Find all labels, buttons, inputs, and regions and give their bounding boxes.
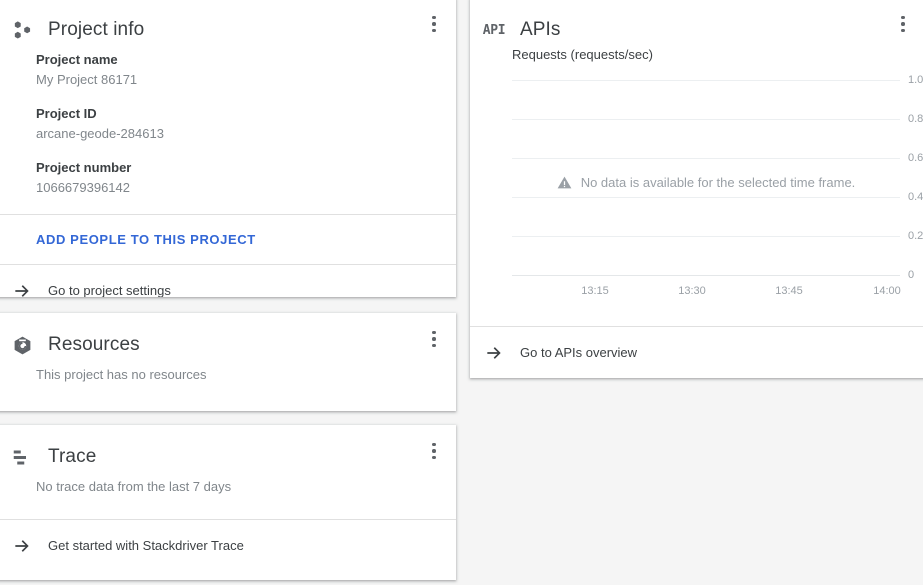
project-info-more-vert-icon[interactable] xyxy=(422,12,446,36)
field-project-id: Project ID arcane-geode-284613 xyxy=(36,104,440,144)
chart-no-data-text: No data is available for the selected ti… xyxy=(581,175,856,190)
go-to-apis-overview-row[interactable]: Go to APIs overview xyxy=(470,327,923,378)
chart-caption: Requests (requests/sec) xyxy=(512,46,909,64)
gridline-1.0 xyxy=(512,80,900,81)
y-axis-tick: 0.2 xyxy=(908,230,923,242)
action-label: Go to project settings xyxy=(48,283,171,297)
x-axis-tick: 13:15 xyxy=(581,285,609,297)
field-project-number: Project number 1066679396142 xyxy=(36,158,440,198)
y-axis-tick: 0.6 xyxy=(908,152,923,164)
gridline-0.4 xyxy=(512,197,900,198)
chart-no-data-message: No data is available for the selected ti… xyxy=(512,175,900,190)
api-glyph-label: API xyxy=(483,23,506,38)
y-axis-tick: 0.8 xyxy=(908,113,923,125)
apis-chart: Requests (requests/sec) 1.0 0.8 0.6 0.4 … xyxy=(470,46,923,275)
api-text-icon: API xyxy=(482,18,506,42)
card-trace: Trace No trace data from the last 7 days… xyxy=(0,425,456,580)
add-people-to-project-link[interactable]: ADD PEOPLE TO THIS PROJECT xyxy=(0,215,456,264)
warning-triangle-icon xyxy=(557,175,572,190)
resources-title: Resources xyxy=(48,333,140,357)
trace-header: Trace xyxy=(0,425,456,477)
chart-plot-area: 1.0 0.8 0.6 0.4 0.2 0 13:15 13:30 13:45 … xyxy=(512,80,909,275)
card-project-info: Project info Project name My Project 861… xyxy=(0,0,456,297)
action-label: Go to APIs overview xyxy=(520,345,637,360)
resources-empty-text: This project has no resources xyxy=(36,365,440,385)
field-label: Project ID xyxy=(36,104,440,124)
dashboard-page: Project info Project name My Project 861… xyxy=(0,0,923,585)
gridline-0 xyxy=(512,275,900,276)
arrow-right-icon xyxy=(482,341,506,365)
resources-body: This project has no resources xyxy=(0,365,456,401)
trace-title: Trace xyxy=(48,445,96,469)
go-to-project-settings-row[interactable]: Go to project settings xyxy=(0,265,456,297)
project-cloud-icon xyxy=(10,18,34,42)
project-info-header: Project info xyxy=(0,0,456,50)
trace-bars-icon xyxy=(10,445,34,469)
action-label: Get started with Stackdriver Trace xyxy=(48,538,244,553)
arrow-right-icon xyxy=(10,279,34,298)
field-label: Project number xyxy=(36,158,440,178)
card-apis: API APIs Requests (requests/sec) 1.0 0.8… xyxy=(470,0,923,378)
resources-hexagon-icon xyxy=(10,333,34,357)
y-axis-tick: 0 xyxy=(908,269,914,281)
x-axis-tick: 14:00 xyxy=(873,285,901,297)
trace-empty-text: No trace data from the last 7 days xyxy=(36,477,440,497)
apis-more-vert-icon[interactable] xyxy=(891,12,915,36)
y-axis-tick: 1.0 xyxy=(908,74,923,86)
apis-title: APIs xyxy=(520,18,561,42)
trace-more-vert-icon[interactable] xyxy=(422,439,446,463)
field-value: 1066679396142 xyxy=(36,178,440,198)
resources-header: Resources xyxy=(0,313,456,365)
project-info-fields: Project name My Project 86171 Project ID… xyxy=(0,50,456,214)
gridline-0.2 xyxy=(512,236,900,237)
gridline-0.8 xyxy=(512,119,900,120)
apis-header: API APIs xyxy=(470,0,923,50)
x-axis-tick: 13:45 xyxy=(775,285,803,297)
field-project-name: Project name My Project 86171 xyxy=(36,50,440,90)
project-info-title: Project info xyxy=(48,18,144,42)
gridline-0.6 xyxy=(512,158,900,159)
field-value: arcane-geode-284613 xyxy=(36,124,440,144)
get-started-with-trace-row[interactable]: Get started with Stackdriver Trace xyxy=(0,520,456,571)
field-value: My Project 86171 xyxy=(36,70,440,90)
trace-body: No trace data from the last 7 days xyxy=(0,477,456,519)
arrow-right-icon xyxy=(10,534,34,558)
y-axis-tick: 0.4 xyxy=(908,191,923,203)
field-label: Project name xyxy=(36,50,440,70)
resources-more-vert-icon[interactable] xyxy=(422,327,446,351)
x-axis-tick: 13:30 xyxy=(678,285,706,297)
card-resources: Resources This project has no resources xyxy=(0,313,456,411)
